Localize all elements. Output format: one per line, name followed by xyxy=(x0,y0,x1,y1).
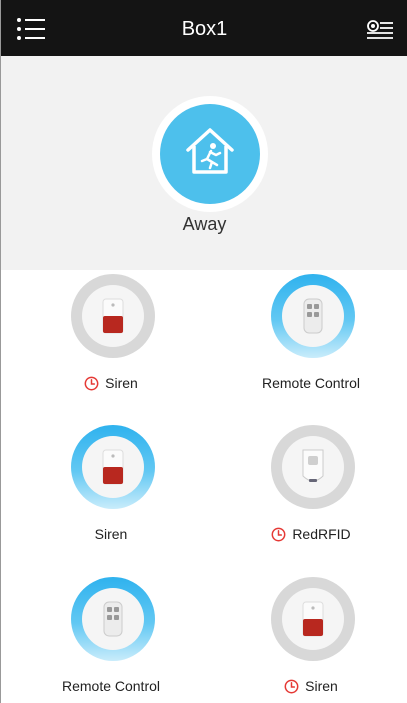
device-label: RedRFID xyxy=(211,526,407,542)
device-label: Siren xyxy=(11,375,211,391)
arm-mode-button[interactable] xyxy=(152,96,268,212)
device-name: RedRFID xyxy=(292,526,351,542)
house-away-icon xyxy=(186,128,234,174)
mode-indicator xyxy=(160,104,260,204)
device-status-ring xyxy=(71,425,155,509)
device-label: Siren xyxy=(211,678,407,694)
device-name: Siren xyxy=(305,678,338,694)
device-status-ring xyxy=(71,577,155,661)
device-status-ring xyxy=(271,274,355,358)
device-label: Siren xyxy=(11,526,211,542)
remote-device-icon xyxy=(82,588,144,650)
device-status-ring xyxy=(271,577,355,661)
device-name: Remote Control xyxy=(261,375,361,391)
page-title: Box1 xyxy=(181,18,228,40)
device-label: Remote Control xyxy=(211,375,407,391)
device-status-ring xyxy=(71,274,155,358)
device-name: Remote Control xyxy=(61,678,161,694)
timer-clock-icon xyxy=(271,527,286,542)
device-label: Remote Control xyxy=(11,678,211,694)
device-tile-siren[interactable]: Siren xyxy=(11,274,211,406)
siren-device-icon xyxy=(282,588,344,650)
app-screen: Box1 Away Siren Remote Control Siren Red… xyxy=(0,0,407,703)
siren-device-icon xyxy=(82,285,144,347)
box-settings-icon[interactable] xyxy=(366,18,394,40)
siren-device-icon xyxy=(82,436,144,498)
rfid-device-icon xyxy=(282,436,344,498)
device-tile-siren[interactable]: Siren xyxy=(211,577,407,703)
device-name: Siren xyxy=(94,526,128,542)
device-status-ring xyxy=(271,425,355,509)
arm-status-panel: Away xyxy=(1,56,407,270)
device-tile-remote[interactable]: Remote Control xyxy=(211,274,407,406)
mode-label: Away xyxy=(182,214,227,234)
timer-clock-icon xyxy=(84,376,99,391)
remote-device-icon xyxy=(282,285,344,347)
top-bar: Box1 xyxy=(1,0,407,56)
device-name: Siren xyxy=(105,375,138,391)
timer-clock-icon xyxy=(284,679,299,694)
device-tile-rfid[interactable]: RedRFID xyxy=(211,425,407,557)
device-tile-remote[interactable]: Remote Control xyxy=(11,577,211,703)
device-tile-siren[interactable]: Siren xyxy=(11,425,211,557)
